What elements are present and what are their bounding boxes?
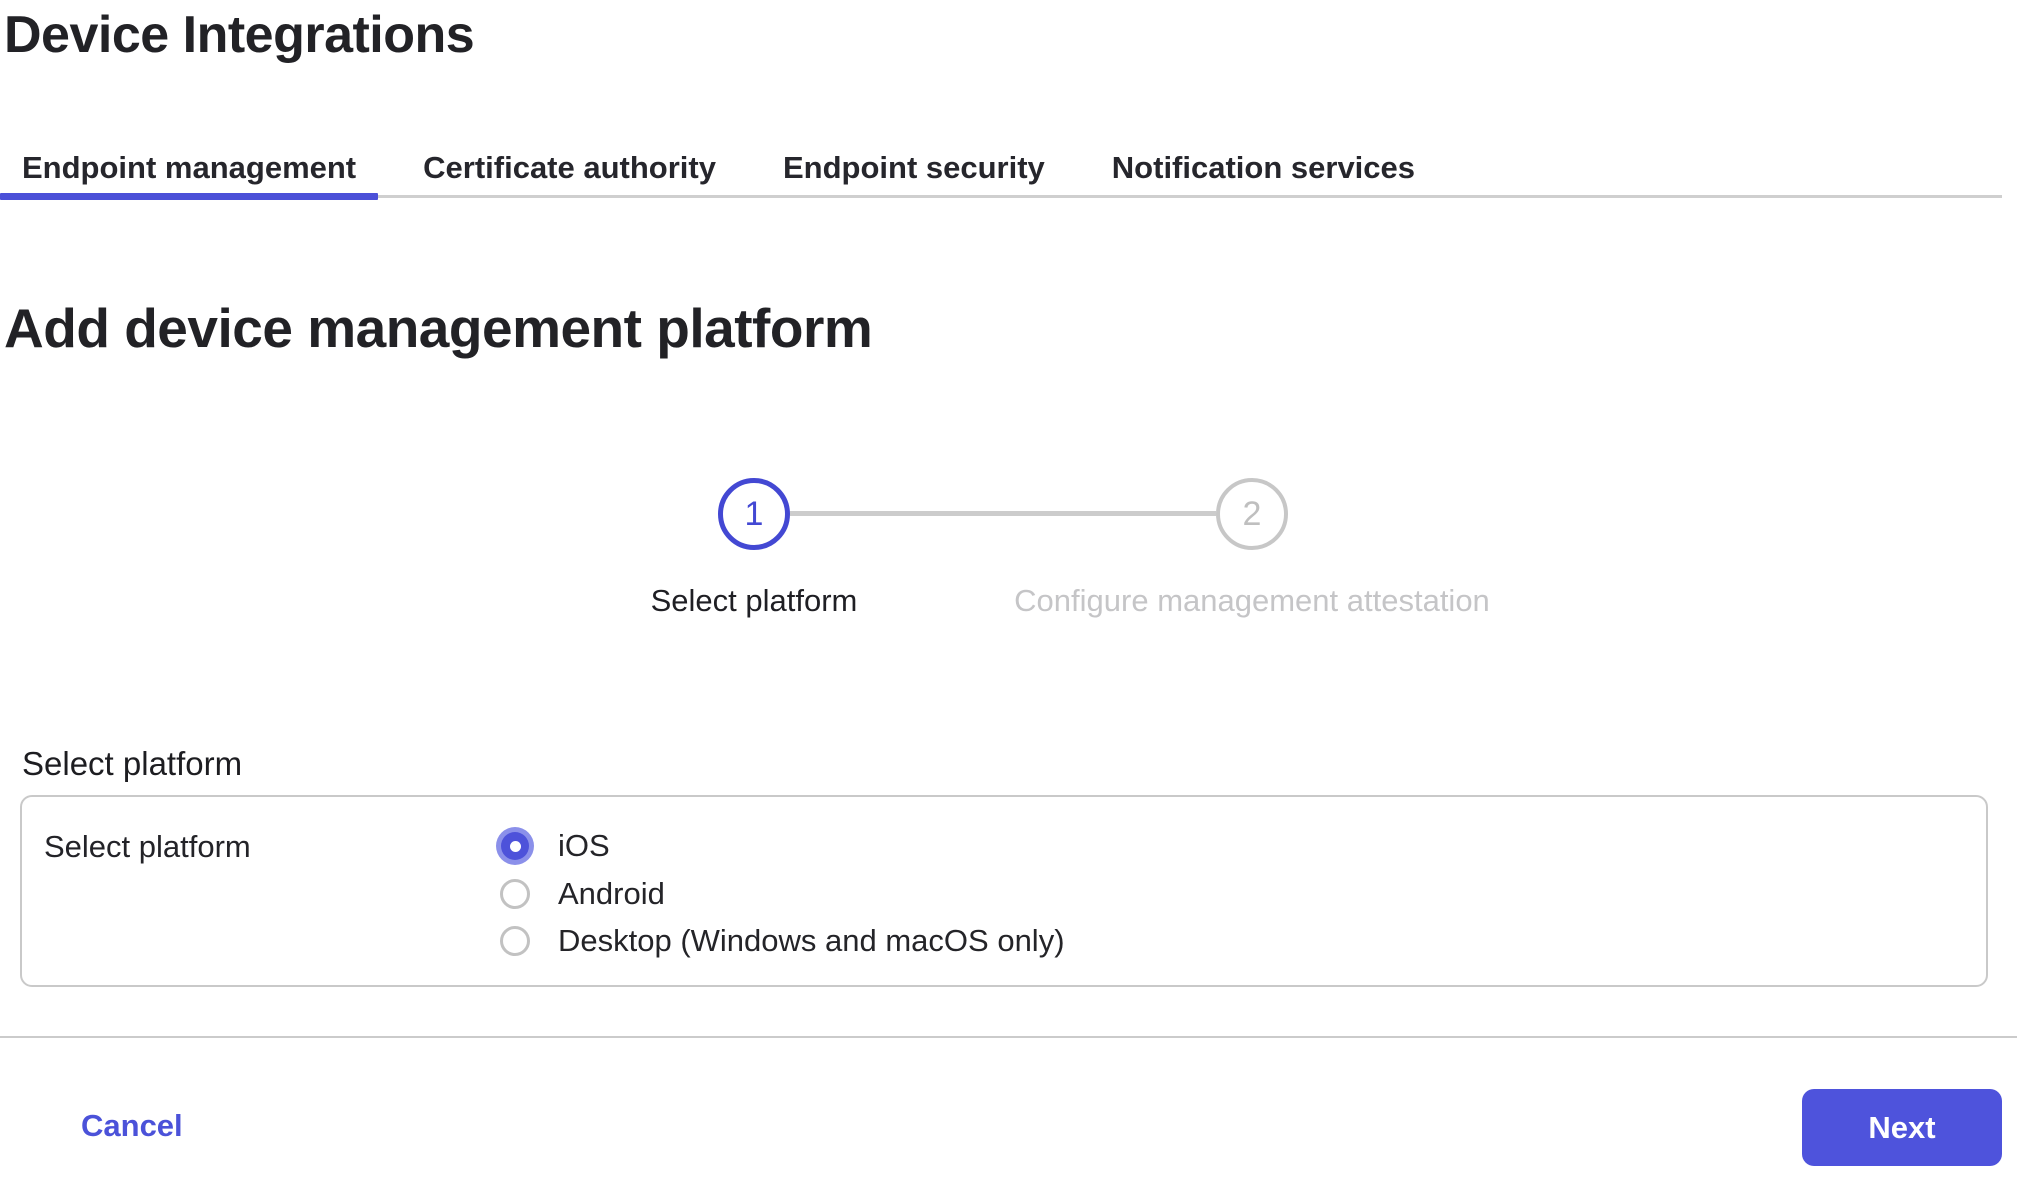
tab-label: Certificate authority bbox=[423, 150, 716, 186]
radio-slot bbox=[496, 917, 534, 965]
cancel-button[interactable]: Cancel bbox=[81, 1106, 183, 1146]
tab-label: Endpoint security bbox=[783, 150, 1045, 186]
radio-unselected-icon[interactable] bbox=[500, 926, 530, 956]
radio-unselected-icon[interactable] bbox=[500, 879, 530, 909]
step-1-number: 1 bbox=[745, 495, 764, 534]
tab-notification-services[interactable]: Notification services bbox=[1090, 140, 1437, 195]
form-section-heading: Select platform bbox=[22, 744, 242, 784]
radio-option-desktop[interactable]: Desktop (Windows and macOS only) bbox=[496, 917, 1065, 965]
next-button[interactable]: Next bbox=[1802, 1089, 2002, 1166]
step-2-number: 2 bbox=[1243, 495, 1262, 534]
step-2-indicator: 2 bbox=[1216, 478, 1288, 550]
radio-slot bbox=[496, 822, 534, 870]
radio-option-label: Android bbox=[558, 874, 665, 914]
footer-divider bbox=[0, 1036, 2017, 1038]
tab-certificate-authority[interactable]: Certificate authority bbox=[401, 140, 738, 195]
radio-dot bbox=[510, 841, 521, 852]
device-integrations-page: Device Integrations Endpoint management … bbox=[0, 0, 2017, 1191]
radio-option-android[interactable]: Android bbox=[496, 870, 665, 918]
radio-slot bbox=[496, 870, 534, 918]
wizard-heading: Add device management platform bbox=[4, 294, 872, 362]
radio-option-ios[interactable]: iOS bbox=[496, 822, 610, 870]
step-1-label: Select platform bbox=[494, 582, 1014, 620]
step-1-indicator: 1 bbox=[718, 478, 790, 550]
tab-label: Endpoint management bbox=[22, 150, 356, 186]
field-label: Select platform bbox=[44, 828, 251, 866]
radio-option-label: iOS bbox=[558, 826, 610, 866]
tab-endpoint-management[interactable]: Endpoint management bbox=[0, 140, 378, 195]
radio-selected-icon[interactable] bbox=[496, 827, 534, 865]
tab-label: Notification services bbox=[1112, 150, 1415, 186]
tab-bar: Endpoint management Certificate authorit… bbox=[0, 140, 2002, 198]
stepper-connector bbox=[790, 511, 1216, 516]
radio-core bbox=[501, 832, 529, 860]
step-2-label: Configure management attestation bbox=[992, 582, 1512, 620]
radio-option-label: Desktop (Windows and macOS only) bbox=[558, 921, 1065, 961]
page-title: Device Integrations bbox=[4, 2, 474, 68]
select-platform-fieldset: Select platform iOS Android Desktop (Win… bbox=[20, 795, 1988, 987]
tab-endpoint-security[interactable]: Endpoint security bbox=[761, 140, 1067, 195]
